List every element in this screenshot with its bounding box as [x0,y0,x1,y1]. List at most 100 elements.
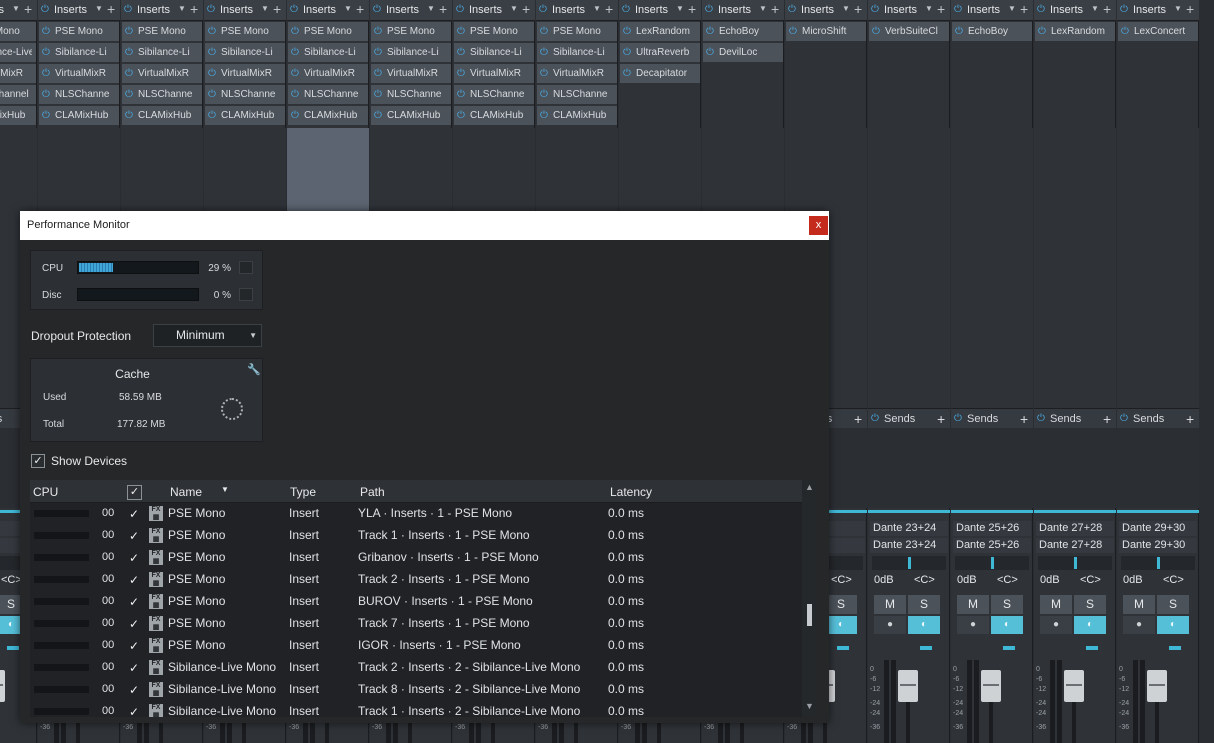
cpu-checkbox[interactable] [239,261,253,274]
insert-slot[interactable]: ⏻ NLSChanne [537,85,617,104]
insert-slot[interactable]: ⏻ PSE Mono [537,22,617,41]
table-row[interactable]: 00 ✓ FX ▦ Sibilance-Live Mono Insert Track 2 ·… [30,657,802,679]
insert-slot[interactable]: ⏻ CLAMixHub [288,106,368,125]
chevron-down-icon[interactable]: ▼ [759,4,767,13]
row-checkbox[interactable]: ✓ [129,551,139,565]
add-insert-icon[interactable]: + [439,1,447,17]
power-icon[interactable]: ⏻ [540,64,548,83]
power-icon[interactable]: ⏻ [789,22,797,41]
insert-slot[interactable]: ⏻ LexRandom [1035,22,1115,41]
inserts-header[interactable]: ⏻Inserts▼+ [453,0,535,21]
power-icon[interactable]: ⏻ [207,4,215,15]
insert-empty-area[interactable] [1034,128,1116,408]
insert-slot[interactable]: ⏻VirtualMixR [0,64,36,83]
mute-button[interactable]: M [957,595,989,614]
chevron-down-icon[interactable]: ▼ [510,4,518,13]
power-icon[interactable]: ⏻ [42,22,50,41]
insert-slot[interactable]: ⏻ Sibilance-Li [371,43,451,62]
volume-fader[interactable] [1147,670,1167,702]
chevron-down-icon[interactable]: ▼ [1174,4,1182,13]
insert-slot[interactable]: ⏻ CLAMixHub [205,106,285,125]
add-send-icon[interactable]: + [1020,409,1028,429]
insert-slot[interactable]: ⏻ CLAMixHub [454,106,534,125]
solo-button[interactable]: S [908,595,940,614]
volume-fader[interactable] [1064,670,1084,702]
add-insert-icon[interactable]: + [605,1,613,17]
power-icon[interactable]: ⏻ [457,43,465,62]
inserts-header[interactable]: ⏻Inserts▼+ [0,0,37,21]
inserts-header[interactable]: ⏻Inserts▼+ [785,0,867,21]
power-icon[interactable]: ⏻ [540,85,548,104]
power-icon[interactable]: ⏻ [291,85,299,104]
add-insert-icon[interactable]: + [1103,1,1111,17]
chevron-down-icon[interactable]: ▼ [925,4,933,13]
power-icon[interactable]: ⏻ [208,43,216,62]
monitor-button[interactable]: ◐ [825,616,857,634]
power-icon[interactable]: ⏻ [208,64,216,83]
inserts-header[interactable]: ⏻Inserts▼+ [951,0,1033,21]
power-icon[interactable]: ⏻ [42,64,50,83]
mute-button[interactable]: M [1040,595,1072,614]
power-icon[interactable]: ⏻ [290,4,298,15]
row-checkbox[interactable]: ✓ [129,595,139,609]
add-insert-icon[interactable]: + [190,1,198,17]
insert-slot[interactable]: ⏻NLSChannel [0,85,36,104]
add-insert-icon[interactable]: + [356,1,364,17]
insert-slot[interactable]: ⏻ LexRandom [620,22,700,41]
insert-empty-area[interactable] [951,128,1033,408]
insert-slot[interactable]: ⏻ NLSChanne [371,85,451,104]
close-button[interactable]: x [809,216,828,235]
insert-slot[interactable]: ⏻VirtualMixR [39,64,119,83]
insert-slot[interactable]: ⏻ PSE Mono [39,22,119,41]
power-icon[interactable]: ⏻ [1120,4,1128,15]
mute-button[interactable]: M [1123,595,1155,614]
monitor-button[interactable]: ◐ [1074,616,1106,634]
table-row[interactable]: 00 ✓ FX ▦ PSE Mono Insert IGOR · Inserts · 1 -… [30,635,802,657]
add-insert-icon[interactable]: + [1186,1,1194,17]
chevron-down-icon[interactable]: ▼ [593,4,601,13]
insert-slot[interactable]: ⏻ Sibilance-Li [39,43,119,62]
add-insert-icon[interactable]: + [273,1,281,17]
power-icon[interactable]: ⏻ [374,64,382,83]
power-icon[interactable]: ⏻ [706,43,714,62]
power-icon[interactable]: ⏻ [457,85,465,104]
insert-empty-area[interactable] [868,128,950,408]
insert-slot[interactable]: ⏻ PSE Mono [122,22,202,41]
power-icon[interactable]: ⏻ [1120,409,1128,429]
output-selector[interactable]: Dante 29+30 [1119,538,1197,553]
power-icon[interactable]: ⏻ [125,22,133,41]
power-icon[interactable]: ⏻ [623,43,631,62]
insert-slot[interactable]: ⏻ EchoBoy [952,22,1032,41]
insert-slot[interactable]: ⏻ NLSChanne [205,85,285,104]
power-icon[interactable]: ⏻ [42,43,50,62]
row-checkbox[interactable]: ✓ [129,705,139,717]
row-checkbox[interactable]: ✓ [129,507,139,521]
add-send-icon[interactable]: + [937,409,945,429]
output-selector[interactable]: Dante 23+24 [870,538,948,553]
pan-slider[interactable] [1038,556,1112,570]
row-checkbox[interactable]: ✓ [129,639,139,653]
power-icon[interactable]: ⏻ [954,409,962,429]
table-scrollbar[interactable]: ▲ ▼ [802,480,817,717]
power-icon[interactable]: ⏻ [374,106,382,125]
add-send-icon[interactable]: + [854,409,862,429]
inserts-header[interactable]: ⏻Inserts▼+ [38,0,120,21]
power-icon[interactable]: ⏻ [42,85,50,104]
column-type[interactable]: Type [290,485,316,499]
row-checkbox[interactable]: ✓ [129,617,139,631]
insert-slot[interactable]: ⏻Sibilance-Live [0,43,36,62]
row-checkbox[interactable]: ✓ [129,661,139,675]
insert-slot[interactable]: ⏻VirtualMixR [205,64,285,83]
insert-slot[interactable]: ⏻ MicroShift [786,22,866,41]
table-row[interactable]: 00 ✓ FX ▦ PSE Mono Insert Track 1 · Inserts · … [30,525,802,547]
power-icon[interactable]: ⏻ [124,4,132,15]
insert-slot[interactable]: ⏻VirtualMixR [454,64,534,83]
power-icon[interactable]: ⏻ [540,22,548,41]
add-insert-icon[interactable]: + [24,1,32,17]
power-icon[interactable]: ⏻ [1121,22,1129,41]
table-row[interactable]: 00 ✓ FX ▦ Sibilance-Live Mono Insert Track 1 ·… [30,701,802,717]
pan-slider[interactable] [955,556,1029,570]
scroll-up-icon[interactable]: ▲ [805,482,814,492]
insert-slot[interactable]: ⏻ CLAMixHub [371,106,451,125]
inserts-header[interactable]: ⏻Inserts▼+ [287,0,369,21]
